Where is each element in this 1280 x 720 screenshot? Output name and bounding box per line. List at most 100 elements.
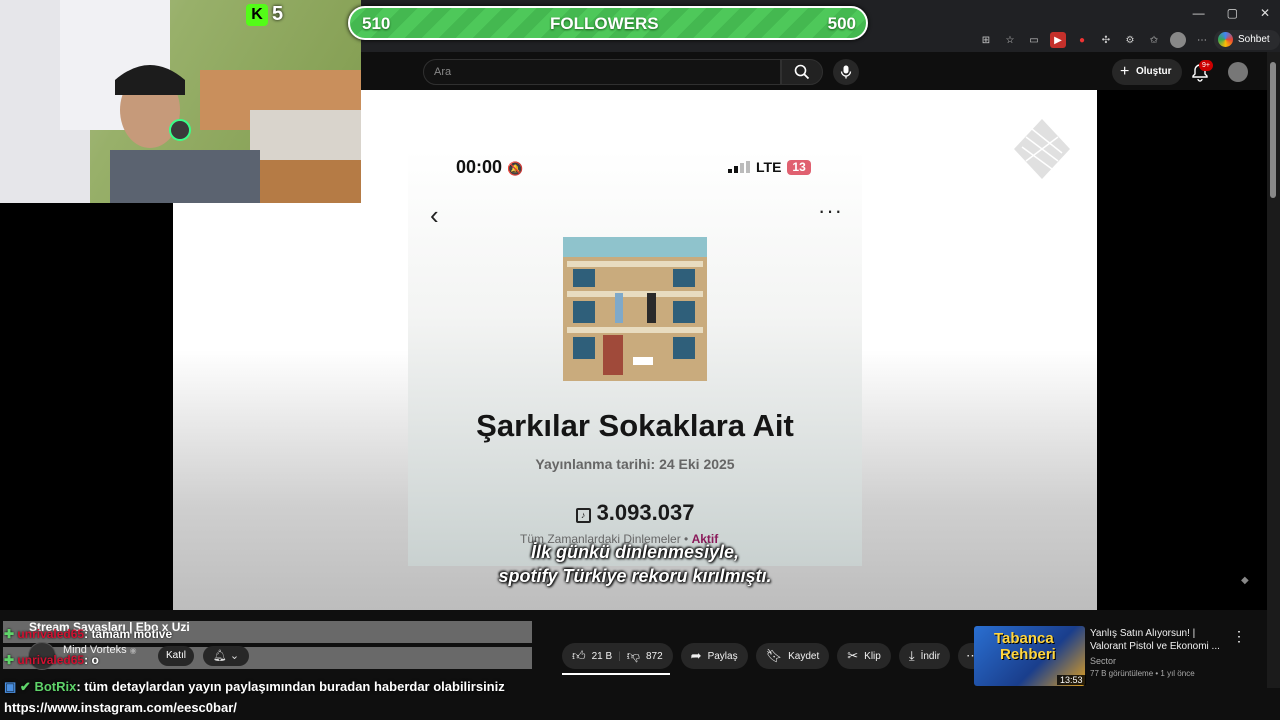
like-count[interactable]: 21 B — [592, 651, 613, 662]
share-icon: ➦ — [690, 648, 702, 663]
followers-goal: 500 — [827, 14, 856, 33]
back-arrow-icon: ‹ — [430, 200, 439, 230]
chat-text: : o — [84, 653, 99, 667]
reader-icon[interactable]: ⊞ — [978, 32, 994, 48]
plus-icon: + — [1120, 63, 1130, 80]
chat-badge-icon: ✚ — [4, 653, 15, 667]
kick-viewer-badge: K 5 — [246, 3, 283, 26]
profile-icon[interactable] — [1170, 32, 1186, 48]
user-avatar[interactable] — [1228, 62, 1248, 82]
bot-text: : tüm detaylardan yayın paylaşımından bu… — [76, 679, 505, 694]
followers-current: 510 — [362, 14, 391, 33]
video-subtitles: İlk günkü dinlenmesiyle, spotify Türkiye… — [408, 540, 862, 588]
microphone-icon — [840, 65, 852, 79]
play-count: ♪ 3.093.037 — [408, 500, 862, 526]
close-window-button[interactable]: ✕ — [1260, 6, 1270, 20]
puzzle-icon[interactable]: ✣ — [1098, 32, 1114, 48]
chat-text: : tamam motive — [84, 627, 173, 641]
cast-icon[interactable]: ▭ — [1026, 32, 1042, 48]
followers-label: FOLLOWERS — [550, 14, 659, 33]
release-date: Yayınlanma tarihi: 24 Eki 2025 — [535, 456, 735, 472]
create-button[interactable]: + Oluştur — [1112, 59, 1182, 85]
kick-viewer-count: 5 — [272, 3, 284, 25]
instagram-link[interactable]: https://www.instagram.com/eesc0bar/ — [4, 700, 237, 715]
silent-bell-icon: 🔕 — [507, 161, 524, 176]
thumbnail-text-2: Rehberi — [1000, 646, 1056, 663]
bot-username: BotRix — [34, 679, 77, 694]
play-count-value: 3.093.037 — [596, 500, 695, 525]
phone-time-text: 00:00 — [456, 157, 503, 177]
recommended-more-icon[interactable]: ⋮ — [1232, 628, 1246, 645]
clip-button[interactable]: ✂ Klip — [837, 643, 891, 669]
music-note-icon: ♪ — [575, 508, 591, 523]
subscription-bell-button[interactable]: 🔔︎ ⌄ — [203, 646, 249, 666]
phone-clock: 00:00 🔕 — [456, 157, 523, 178]
song-title: Şarkılar Sokaklara Ait — [476, 408, 794, 443]
webcam-image — [0, 0, 361, 203]
phone-status-bar: LTE 13 — [728, 159, 811, 175]
like-underline — [562, 673, 670, 675]
voice-search-button[interactable] — [833, 59, 859, 85]
save-button[interactable]: 🔖︎ Kaydet — [755, 643, 830, 669]
notification-badge: 9+ — [1199, 60, 1213, 71]
album-cover — [563, 237, 707, 381]
verified-bot-icon: ✔ — [19, 679, 31, 694]
video-letterbox-left — [0, 203, 173, 610]
chat-badge-icon: ✚ — [4, 627, 15, 641]
album-cover-art — [563, 237, 707, 381]
search-icon — [794, 64, 810, 80]
bookmark-icon: 🔖︎ — [765, 648, 783, 663]
browser-menu-icon[interactable]: ⋯ — [1194, 32, 1210, 48]
signal-icon — [728, 161, 750, 173]
verified-icon: ◉ — [129, 646, 137, 655]
kick-logo-icon: K — [246, 3, 268, 26]
youtube-ext-icon[interactable]: ▶ — [1050, 32, 1066, 48]
share-label: Paylaş — [707, 650, 738, 662]
chat-username: unrivaled65 — [17, 627, 85, 641]
dislike-count[interactable]: 872 — [646, 651, 663, 662]
extension-toolbar: ⊞ ☆ ▭ ▶ ● ✣ ⚙ ✩ ⋯ — [978, 32, 1210, 48]
search-button[interactable] — [781, 59, 823, 85]
channel-watermark-icon — [1014, 119, 1070, 179]
record-ext-icon[interactable]: ● — [1074, 32, 1090, 48]
video-letterbox-right — [1097, 90, 1267, 610]
chat-message: ✚ unrivaled65: o — [4, 653, 99, 667]
webcam-feed — [0, 0, 361, 203]
recommended-channel[interactable]: Sector — [1090, 656, 1116, 666]
network-label: LTE — [756, 159, 782, 175]
like-dislike-group: 👍︎ 21 B | 👎︎ 872 — [562, 643, 673, 669]
player-corner-icon[interactable]: ◆ — [1241, 575, 1249, 586]
chevron-down-icon: ⌄ — [229, 650, 240, 662]
bell-outline-icon: 🔔︎ — [212, 650, 227, 662]
create-label: Oluştur — [1136, 66, 1172, 77]
subtitle-line-1: İlk günkü dinlenmesiyle, — [530, 542, 740, 562]
bookmark-star-icon[interactable]: ☆ — [1002, 32, 1018, 48]
extensions-icon[interactable]: ⚙ — [1122, 32, 1138, 48]
window-controls: — ▢ ✕ — [1193, 6, 1270, 20]
recommended-meta: 77 B görüntüleme • 1 yıl önce — [1090, 669, 1195, 678]
share-button[interactable]: ➦ Paylaş — [680, 643, 748, 669]
minimize-button[interactable]: — — [1193, 6, 1205, 20]
video-actions: 👍︎ 21 B | 👎︎ 872 ➦ Paylaş 🔖︎ Kaydet ✂ Klip … — [562, 643, 988, 669]
more-options-icon: ··· — [818, 198, 843, 223]
clip-label: Klip — [864, 650, 881, 662]
scrollbar-thumb[interactable] — [1270, 62, 1276, 198]
download-label: İndir — [920, 650, 941, 662]
chat-message: ✚ unrivaled65: tamam motive — [4, 627, 172, 641]
chat-username: unrivaled65 — [17, 653, 85, 667]
favorites-icon[interactable]: ✩ — [1146, 32, 1162, 48]
search-input[interactable]: Ara — [423, 59, 781, 85]
download-button[interactable]: ⤓ İndir — [898, 643, 951, 669]
thumbs-down-icon[interactable]: 👎︎ — [627, 648, 640, 664]
recommended-title[interactable]: Yanlış Satın Alıyorsun! | Valorant Pisto… — [1090, 627, 1230, 653]
thumbs-up-icon[interactable]: 👍︎ — [572, 648, 586, 664]
join-button[interactable]: Katıl — [158, 646, 195, 666]
video-duration: 13:53 — [1057, 675, 1086, 685]
bot-badge-icon: ▣ — [4, 679, 17, 694]
copilot-chat-button[interactable]: Sohbet et — [1214, 30, 1280, 65]
thumbnail-text-1: Tabanca — [994, 630, 1054, 647]
bot-chat-message: ▣ ✔ BotRix: tüm detaylardan yayın paylaş… — [4, 679, 505, 695]
battery-level: 13 — [787, 159, 811, 175]
maximize-button[interactable]: ▢ — [1227, 6, 1238, 20]
subtitle-line-2: spotify Türkiye rekoru kırılmıştı. — [498, 566, 772, 586]
